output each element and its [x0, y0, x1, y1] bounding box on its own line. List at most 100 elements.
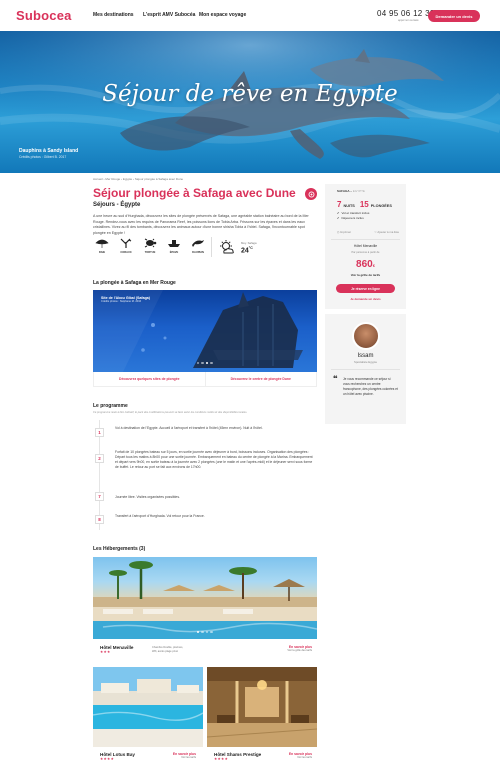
share-button[interactable] [305, 188, 317, 200]
hero-title: Séjour de rêve en Egypte [102, 81, 398, 107]
fauna-item: TORTUE [141, 238, 159, 254]
carousel-dot-active[interactable] [197, 631, 200, 634]
day-description: Journée libre. Visites organisées possib… [115, 495, 180, 499]
booking-actions: ⎙ Imprimer ♡ Ajouter à ma liste [337, 230, 399, 234]
divider [331, 369, 400, 370]
agent-name: Issam [357, 353, 374, 359]
carousel-dot[interactable] [201, 362, 204, 365]
hotel-stars: ★★★ [100, 650, 111, 654]
inclusion-text: Déjeuners inclus [341, 216, 364, 220]
wishlist-label: Ajouter à ma liste [377, 230, 399, 234]
nights-label: NUITS [343, 204, 355, 208]
day-badge: 1 [95, 428, 104, 437]
book-online-button[interactable]: Je réserve en ligne [336, 284, 395, 293]
share-icon [308, 191, 314, 197]
page-subtitle: Séjours - Égypte [93, 202, 141, 208]
divider [211, 237, 212, 257]
hero-caption-title: Dauphins à Sandy Island [19, 148, 79, 154]
fauna-list: RAIE CORAUX TORTUE ÉPAVE DAUPHIN [93, 238, 213, 254]
request-quote-button[interactable]: Demander un devis [428, 10, 480, 22]
destination-name: SAFAGA [337, 189, 350, 193]
carousel-dot[interactable] [210, 631, 213, 634]
dive-caption: Site de l'Abou Gibal (Safaga) Crédits ph… [101, 296, 150, 303]
resort-photo [93, 561, 317, 639]
coral-icon [120, 238, 132, 248]
hotel-meta-line: Wifi, accès plage privé [152, 649, 178, 653]
carousel-dot[interactable] [197, 362, 200, 365]
hotel-rates-link[interactable]: Voir la grille des tarifs [272, 649, 312, 652]
price-value: 860 [356, 259, 373, 270]
hotel-stars: ★★★★ [100, 757, 115, 761]
dive-sites-link[interactable]: Découvrez quelques sites de plongée [94, 372, 206, 386]
wreck-icon [168, 240, 180, 247]
dives-count: 15 [359, 200, 369, 209]
print-icon: ⎙ [337, 230, 340, 234]
breadcrumb[interactable]: Accueil › Mer Rouge › Egypte › Séjour pl… [93, 177, 183, 181]
hotel-rates-link[interactable]: Voir les tarifs [274, 756, 312, 759]
booking-hotel: Hôtel Menaville [353, 244, 378, 248]
hotel-photo-carousel[interactable] [93, 557, 317, 639]
price-currency: € [372, 263, 375, 268]
dive-center-link[interactable]: Découvrez le centre de plongée Dune [206, 372, 317, 386]
shams-prestige-photo [207, 667, 317, 747]
hotel-photo-shams[interactable] [207, 667, 317, 747]
quote-icon: ❝ [333, 374, 338, 383]
dive-links: Découvrez quelques sites de plongée Déco… [93, 372, 317, 387]
avatar [352, 322, 380, 350]
carousel-dot[interactable] [210, 362, 213, 365]
weather-temp-unit: °C [248, 246, 253, 250]
price-prefix: Par personne à partir de [351, 251, 380, 254]
hotel-card-info: Hôtel Menaville ★★★ [100, 645, 133, 654]
hotel-rates-link[interactable]: Voir les tarifs [160, 756, 196, 759]
day-description: Forfait de 10 plongées bateau sur 5 jour… [115, 450, 313, 469]
day-description: Vol à destination de l'Egypte. Accueil à… [115, 426, 263, 430]
site-logo[interactable]: Subocea [16, 8, 72, 23]
hero-banner: Séjour de rêve en Egypte Dauphins à Sand… [0, 31, 500, 173]
day-badge: 7 [95, 492, 104, 501]
inclusion-text: Vol et transfert inclus [341, 211, 370, 215]
hotel-photo-lotus[interactable] [93, 667, 203, 747]
hero-caption-credit: Crédits photos : Gilbert B. 2017 [19, 155, 67, 159]
print-action[interactable]: ⎙ Imprimer [337, 230, 351, 234]
hotel-price-block[interactable]: En savoir plus Voir les tarifs [160, 752, 196, 759]
divider [331, 239, 400, 240]
page-title: Séjour plongée à Safaga avec Dune [93, 186, 296, 200]
inclusions: ✔ Vol et transfert inclus ✔ Déjeuners incl… [337, 211, 369, 221]
rates-grid-link[interactable]: Voir la grille de tarifs [325, 273, 406, 277]
nights-count: 7 [337, 200, 342, 209]
dive-caption-credit: Crédits photos : Stéphane M. 2016 [101, 300, 142, 303]
turtle-icon [144, 238, 157, 248]
carousel-dots[interactable] [197, 631, 213, 634]
carousel-dot[interactable] [201, 631, 204, 634]
trip-counts: 7 NUITS 15 PLONGÉES [337, 200, 392, 209]
dive-section-title: La plongée à Safaga en Mer Rouge [93, 280, 176, 286]
carousel-dot-active[interactable] [205, 362, 209, 365]
weather-label: Moy. Safaga [241, 241, 257, 245]
phone-number[interactable]: 04 95 06 12 39 [377, 9, 435, 18]
carousel-dots[interactable] [197, 362, 213, 365]
hotel-stars: ★★★★ [214, 757, 229, 761]
dolphin-icon [192, 240, 204, 247]
fauna-label: CORAUX [120, 251, 132, 254]
nav-destinations[interactable]: Mes destinations [93, 12, 134, 18]
quote-link[interactable]: Je demande un devis [325, 297, 406, 301]
day-badge: 8 [95, 515, 104, 524]
trip-intro: A une heure au sud d'Hurghada, découvrez… [93, 214, 309, 235]
fauna-item: DAUPHIN [189, 238, 207, 254]
carousel-dot[interactable] [205, 631, 209, 634]
lotus-bay-photo [93, 667, 203, 747]
price: 860€ [325, 259, 406, 270]
fauna-item: CORAUX [117, 238, 135, 254]
wishlist-action[interactable]: ♡ Ajouter à ma liste [374, 230, 399, 234]
hotel-card-info: Hôtel Shams Prestige ★★★★ [214, 752, 261, 761]
nav-espace-voyage[interactable]: Mon espace voyage [199, 12, 246, 18]
print-label: Imprimer [340, 230, 352, 234]
hotel-price-block[interactable]: En savoir plus Voir la grille des tarifs [272, 645, 312, 652]
hotel-price-block[interactable]: En savoir plus Voir les tarifs [274, 752, 312, 759]
check-icon: ✔ [337, 216, 340, 220]
hero-caption: Dauphins à Sandy Island Crédits photos :… [19, 148, 78, 159]
nav-esprit[interactable]: L'esprit AMV Subocéa [143, 12, 195, 18]
check-icon: ✔ [337, 211, 340, 215]
site-header: Subocea Mes destinations L'esprit AMV Su… [0, 0, 500, 31]
dive-carousel[interactable]: Site de l'Abou Gibal (Safaga) Crédits ph… [93, 290, 317, 372]
